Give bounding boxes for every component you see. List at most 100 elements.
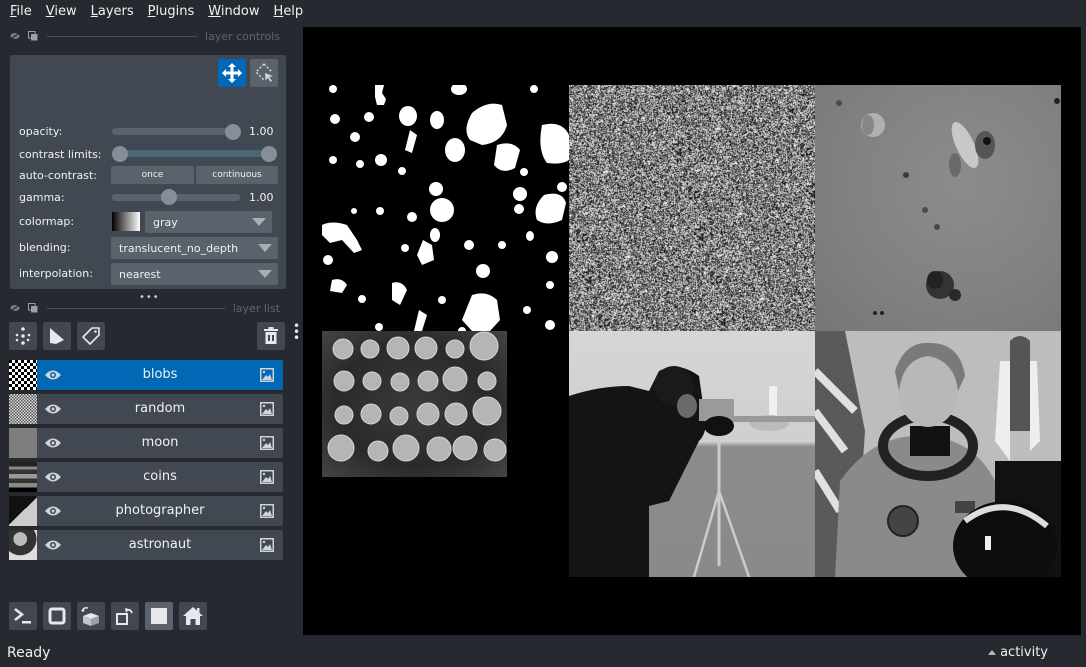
- chevron-down-icon: [252, 218, 266, 226]
- trash-icon: [264, 327, 278, 344]
- cube-rotate-icon: [81, 607, 99, 626]
- coin: [472, 396, 502, 426]
- eye-visibility-icon[interactable]: [45, 437, 61, 449]
- menu-layers-mnemonic: L: [90, 4, 98, 19]
- eye-visibility-icon[interactable]: [45, 539, 61, 551]
- menu-help-mnemonic: H: [273, 4, 284, 19]
- layer-item[interactable]: random: [37, 394, 283, 424]
- delete-layer-button[interactable]: [257, 322, 285, 350]
- eye-visibility-icon[interactable]: [45, 369, 61, 381]
- terminal-icon: [14, 608, 31, 624]
- blending-dropdown[interactable]: translucent_no_depth: [111, 237, 278, 259]
- coin: [483, 438, 507, 462]
- auto-contrast-continuous-button[interactable]: continuous: [196, 166, 278, 184]
- layer-item[interactable]: coins: [37, 462, 283, 492]
- menu-window-mnemonic: W: [208, 4, 221, 19]
- coin: [367, 440, 389, 462]
- console-button[interactable]: [9, 602, 37, 630]
- layer-item[interactable]: astronaut: [37, 530, 283, 560]
- transpose-dims-button[interactable]: [111, 602, 139, 630]
- titlebar-divider: [47, 307, 225, 309]
- layer-row-moon[interactable]: moon: [9, 428, 283, 458]
- eye-visibility-icon[interactable]: [45, 403, 61, 415]
- hide-dock-icon[interactable]: [9, 303, 21, 313]
- menu-view[interactable]: View: [39, 0, 84, 24]
- layer-name: astronaut: [128, 537, 192, 552]
- new-labels-layer-button[interactable]: [77, 322, 105, 350]
- coin: [327, 434, 355, 462]
- activity-button[interactable]: activity: [988, 645, 1048, 660]
- coin: [452, 435, 478, 461]
- menu-bar: File View Layers Plugins Window Help: [0, 0, 1086, 24]
- image-layer-icon: [260, 368, 274, 382]
- layer-row-coins[interactable]: coins: [9, 462, 283, 492]
- layer-name: coins: [143, 469, 177, 484]
- image-layer-icon: [260, 504, 274, 518]
- image-layer-icon: [260, 538, 274, 552]
- image-layer-icon: [260, 436, 274, 450]
- transform-button[interactable]: [250, 59, 278, 87]
- layer-row-photographer[interactable]: photographer: [9, 496, 283, 526]
- layer-row-astronaut[interactable]: astronaut: [9, 530, 283, 560]
- menu-help[interactable]: Help: [267, 0, 311, 24]
- menu-layers[interactable]: Layers: [84, 0, 141, 24]
- layer-controls-titlebar: layer controls: [0, 27, 290, 45]
- moon-image: [815, 85, 1061, 331]
- coin: [426, 436, 452, 462]
- layer-item[interactable]: moon: [37, 428, 283, 458]
- opacity-slider-handle[interactable]: [225, 124, 241, 140]
- eye-visibility-icon[interactable]: [45, 471, 61, 483]
- eye-visibility-icon[interactable]: [45, 505, 61, 517]
- photographer-image: [569, 331, 815, 577]
- gamma-slider-handle[interactable]: [161, 189, 177, 205]
- menu-plugins[interactable]: Plugins: [141, 0, 202, 24]
- layer-thumbnail: [9, 360, 37, 390]
- contrast-limits-label: contrast limits:: [19, 148, 102, 161]
- float-dock-icon[interactable]: [27, 303, 39, 313]
- new-shapes-layer-button[interactable]: [43, 322, 71, 350]
- contrast-limits-low-handle[interactable]: [112, 146, 128, 162]
- menu-layers-label: ayers: [97, 4, 134, 19]
- square-2d-icon: [48, 607, 66, 625]
- coin: [332, 338, 354, 360]
- contrast-limits-high-handle[interactable]: [261, 146, 277, 162]
- menu-window-label: indow: [220, 4, 260, 19]
- layer-row-blobs[interactable]: blobs: [9, 360, 283, 390]
- contrast-limits-slider[interactable]: [120, 150, 268, 157]
- layer-name: random: [134, 401, 186, 416]
- opacity-slider[interactable]: [112, 128, 240, 135]
- layer-name: blobs: [142, 367, 178, 382]
- layer-item[interactable]: blobs: [37, 360, 283, 390]
- coin: [360, 403, 382, 425]
- layer-list-menu-icon[interactable]: • • •: [293, 320, 300, 344]
- pan-zoom-button[interactable]: [218, 59, 246, 87]
- shapes-icon: [50, 328, 64, 344]
- gamma-label: gamma:: [19, 191, 65, 204]
- viewer-canvas[interactable]: [303, 27, 1081, 635]
- new-points-layer-button[interactable]: [9, 322, 37, 350]
- menu-plugins-mnemonic: P: [147, 4, 156, 19]
- layer-name: photographer: [115, 503, 205, 518]
- menu-plugins-label: lugins: [155, 4, 195, 19]
- status-text: Ready: [7, 645, 51, 661]
- home-button[interactable]: [179, 602, 207, 630]
- coin: [442, 366, 468, 392]
- layer-item[interactable]: photographer: [37, 496, 283, 526]
- menu-window[interactable]: Window: [201, 0, 266, 24]
- layer-controls-panel: opacity: 1.00 contrast limits: auto-cont…: [10, 55, 286, 289]
- menu-file[interactable]: File: [3, 0, 39, 24]
- ndisplay-button[interactable]: [43, 602, 71, 630]
- auto-contrast-once-button[interactable]: once: [111, 166, 194, 184]
- hide-dock-icon[interactable]: [9, 31, 21, 41]
- layer-thumbnail: [9, 530, 37, 560]
- colormap-value: gray: [153, 215, 178, 229]
- coin: [389, 406, 409, 426]
- layer-row-random[interactable]: random: [9, 394, 283, 424]
- colormap-dropdown[interactable]: gray: [145, 211, 272, 233]
- image-layer-icon: [260, 402, 274, 416]
- grid-view-button[interactable]: [145, 602, 173, 630]
- roll-dims-button[interactable]: [77, 602, 105, 630]
- coin: [334, 405, 354, 425]
- interpolation-dropdown[interactable]: nearest: [111, 263, 278, 285]
- float-dock-icon[interactable]: [27, 31, 39, 41]
